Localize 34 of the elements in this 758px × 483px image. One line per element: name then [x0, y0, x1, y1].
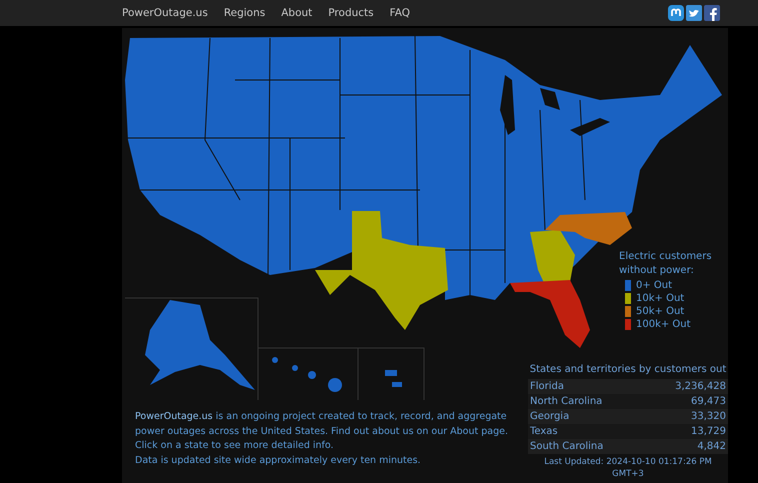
info-text: Click on a state to see more detailed info. — [135, 439, 335, 453]
state-name: North Carolina — [530, 395, 602, 409]
brand-link[interactable]: PowerOutage.us — [122, 7, 208, 19]
legend-label: 0+ Out — [636, 280, 672, 291]
table-row[interactable]: South Carolina 4,842 — [528, 439, 728, 454]
nav-link[interactable]: Products — [328, 7, 374, 19]
legend-label: 50k+ Out — [636, 306, 684, 317]
last-updated: Last Updated: 2024-10-10 01:17:26 PM GMT+3 — [543, 456, 713, 480]
customers-out: 13,729 — [691, 425, 726, 439]
bird-icon[interactable] — [686, 5, 702, 21]
legend-title: Electric customers without power: — [619, 250, 713, 278]
intro-paragraph: PowerOutage.us is an ongoing project created to track, record, and aggregate power outages across the United States. Find out about us on our About page. — [135, 411, 508, 436]
facebook-icon[interactable] — [704, 5, 720, 21]
mastodon-icon[interactable] — [668, 5, 684, 21]
legend-label: 10k+ Out — [636, 293, 684, 304]
table-row[interactable]: Florida 3,236,428 — [528, 379, 728, 394]
nav-link[interactable]: Regions — [224, 7, 266, 19]
customers-out: 3,236,428 — [675, 380, 726, 394]
state-name: Georgia — [530, 410, 570, 424]
info-text: Data is updated site wide approximately every ten minutes. — [135, 454, 422, 468]
state-name: Florida — [530, 380, 564, 394]
table-row[interactable]: Texas 13,729 — [528, 424, 728, 439]
legend-label: 100k+ Out — [636, 319, 691, 330]
site-link[interactable]: PowerOutage.us — [135, 411, 213, 422]
customers-out: 33,320 — [691, 410, 726, 424]
table-title: States and territories by customers out — [528, 363, 728, 377]
table-row[interactable]: Georgia 33,320 — [528, 409, 728, 424]
nav-link[interactable]: About — [281, 7, 312, 19]
state-name: Texas — [530, 425, 558, 439]
table-row[interactable]: North Carolina 69,473 — [528, 394, 728, 409]
customers-out: 4,842 — [697, 440, 726, 454]
nav-link[interactable]: FAQ — [390, 7, 410, 19]
state-name: South Carolina — [530, 440, 604, 454]
customers-out: 69,473 — [691, 395, 726, 409]
